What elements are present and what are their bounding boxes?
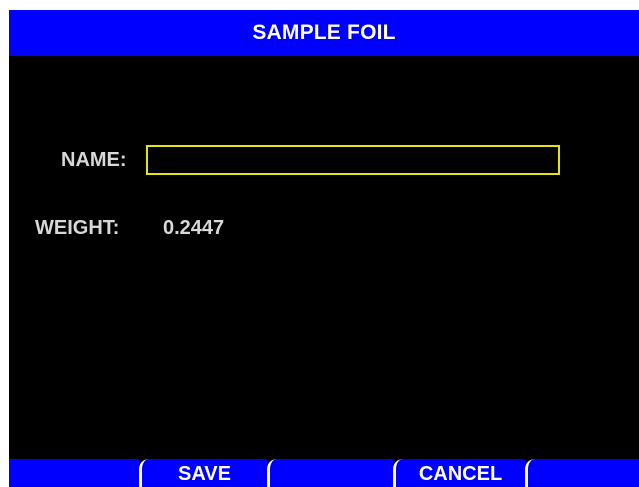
softkey-1[interactable]: [9, 459, 139, 487]
weight-label: WEIGHT:: [35, 217, 120, 239]
weight-value: 0.2447: [163, 217, 225, 239]
save-button[interactable]: SAVE: [139, 459, 267, 487]
softkey-bar: SAVE CANCEL: [9, 459, 639, 487]
name-label: NAME:: [61, 149, 127, 171]
page-title: SAMPLE FOIL: [9, 10, 639, 56]
cancel-button[interactable]: CANCEL: [393, 459, 525, 487]
softkey-5[interactable]: [525, 459, 639, 487]
softkey-3[interactable]: [267, 459, 393, 487]
name-input[interactable]: [146, 145, 560, 175]
device-screen: SAMPLE FOIL NAME: WEIGHT: 0.2447 SAVE CA…: [9, 10, 639, 487]
